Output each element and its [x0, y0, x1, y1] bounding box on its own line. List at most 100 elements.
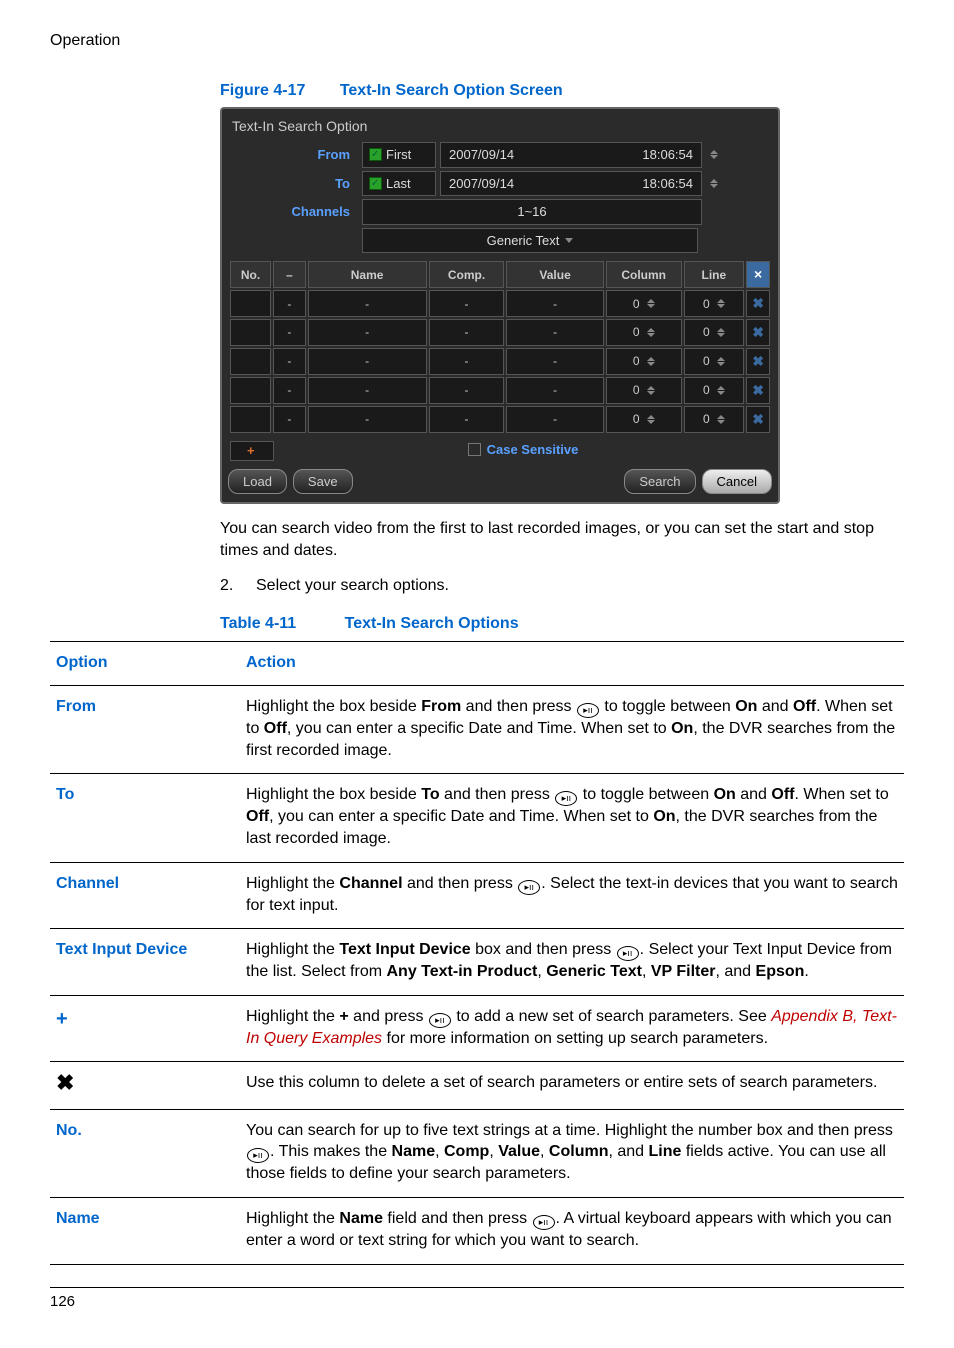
cell-delete[interactable]: ✖: [746, 348, 770, 375]
channels-label: Channels: [228, 203, 358, 221]
cell-no[interactable]: [230, 377, 271, 404]
cell-no[interactable]: [230, 290, 271, 317]
cell-line[interactable]: 0: [684, 290, 745, 317]
cell-line[interactable]: 0: [684, 377, 745, 404]
from-label: From: [228, 146, 358, 164]
from-datetime[interactable]: 2007/09/14 18:06:54: [440, 142, 702, 168]
cell-comp[interactable]: -: [429, 319, 505, 346]
cell-dash: -: [273, 290, 305, 317]
cell-column[interactable]: 0: [606, 290, 682, 317]
cell-name[interactable]: -: [308, 319, 427, 346]
th-value[interactable]: Value: [506, 261, 603, 288]
opt-delete-action: Use this column to delete a set of searc…: [240, 1062, 904, 1110]
cell-name[interactable]: -: [308, 377, 427, 404]
play-pause-icon: ▸ıı: [518, 880, 540, 895]
checkbox-icon: [369, 177, 382, 190]
to-last-label: Last: [386, 175, 411, 193]
cell-dash: -: [273, 348, 305, 375]
figure-caption: Figure 4-17 Text-In Search Option Screen: [220, 80, 904, 102]
save-button[interactable]: Save: [293, 469, 353, 495]
th-delete[interactable]: ×: [746, 261, 770, 288]
from-time: 18:06:54: [642, 146, 693, 164]
play-pause-icon: ▸ıı: [617, 946, 639, 961]
dialog-title: Text-In Search Option: [228, 113, 772, 142]
cell-value[interactable]: -: [506, 406, 603, 433]
text-in-search-option-dialog: Text-In Search Option From First 2007/09…: [220, 107, 780, 504]
cell-line[interactable]: 0: [684, 348, 745, 375]
cell-value[interactable]: -: [506, 290, 603, 317]
opt-plus-action: Highlight the + and press ▸ıı to add a n…: [240, 995, 904, 1062]
to-date: 2007/09/14: [449, 175, 514, 193]
case-sensitive-checkbox[interactable]: Case Sensitive: [468, 441, 579, 459]
cell-line[interactable]: 0: [684, 406, 745, 433]
cancel-button[interactable]: Cancel: [702, 469, 772, 495]
spinner-icon[interactable]: [710, 150, 718, 159]
to-last-checkbox[interactable]: Last: [362, 171, 436, 197]
play-pause-icon: ▸ıı: [533, 1215, 555, 1230]
cell-column[interactable]: 0: [606, 406, 682, 433]
cell-delete[interactable]: ✖: [746, 319, 770, 346]
close-icon: ✖: [752, 382, 764, 398]
opt-no-action: You can search for up to five text strin…: [240, 1109, 904, 1197]
add-row-button[interactable]: [230, 441, 274, 461]
th-column[interactable]: Column: [606, 261, 682, 288]
th-no[interactable]: No.: [230, 261, 271, 288]
checkbox-icon: [369, 148, 382, 161]
device-select[interactable]: Generic Text: [362, 228, 698, 254]
checkbox-icon: [468, 443, 481, 456]
cell-no[interactable]: [230, 406, 271, 433]
play-pause-icon: ▸ıı: [429, 1013, 451, 1028]
th-line[interactable]: Line: [684, 261, 745, 288]
cell-comp[interactable]: -: [429, 290, 505, 317]
table-caption: Table 4-11 Text-In Search Options: [220, 613, 904, 635]
cell-name[interactable]: -: [308, 290, 427, 317]
to-label: To: [228, 175, 358, 193]
search-button[interactable]: Search: [624, 469, 695, 495]
opt-to: To: [50, 774, 240, 862]
to-datetime[interactable]: 2007/09/14 18:06:54: [440, 171, 702, 197]
cell-name[interactable]: -: [308, 348, 427, 375]
criteria-table: No. – Name Comp. Value Column Line × ---…: [228, 259, 772, 434]
table-row: ----00✖: [230, 319, 770, 346]
to-time: 18:06:54: [642, 175, 693, 193]
chevron-down-icon: [565, 238, 573, 243]
opt-no: No.: [50, 1109, 240, 1197]
load-button[interactable]: Load: [228, 469, 287, 495]
th-name[interactable]: Name: [308, 261, 427, 288]
from-first-checkbox[interactable]: First: [362, 142, 436, 168]
from-first-label: First: [386, 146, 411, 164]
cell-delete[interactable]: ✖: [746, 377, 770, 404]
opt-channel: Channel: [50, 862, 240, 929]
cell-column[interactable]: 0: [606, 319, 682, 346]
opt-from: From: [50, 686, 240, 774]
close-icon: ✖: [752, 411, 764, 427]
cell-name[interactable]: -: [308, 406, 427, 433]
table-row: ----00✖: [230, 290, 770, 317]
cell-comp[interactable]: -: [429, 406, 505, 433]
spinner-icon[interactable]: [710, 179, 718, 188]
cell-value[interactable]: -: [506, 348, 603, 375]
cell-no[interactable]: [230, 348, 271, 375]
opt-name-action: Highlight the Name field and then press …: [240, 1198, 904, 1265]
table-title: Text-In Search Options: [345, 615, 519, 632]
opt-channel-action: Highlight the Channel and then press ▸ıı…: [240, 862, 904, 929]
table-row: ----00✖: [230, 406, 770, 433]
cell-line[interactable]: 0: [684, 319, 745, 346]
cell-comp[interactable]: -: [429, 348, 505, 375]
cell-delete[interactable]: ✖: [746, 290, 770, 317]
case-sensitive-label: Case Sensitive: [487, 441, 579, 459]
opt-text-input-device-action: Highlight the Text Input Device box and …: [240, 929, 904, 996]
cell-column[interactable]: 0: [606, 348, 682, 375]
cell-value[interactable]: -: [506, 319, 603, 346]
cell-dash: -: [273, 319, 305, 346]
th-action: Action: [240, 641, 904, 686]
th-comp[interactable]: Comp.: [429, 261, 505, 288]
channels-value[interactable]: 1~16: [362, 199, 702, 225]
play-pause-icon: ▸ıı: [247, 1148, 269, 1163]
cell-comp[interactable]: -: [429, 377, 505, 404]
table-row: ----00✖: [230, 348, 770, 375]
cell-column[interactable]: 0: [606, 377, 682, 404]
cell-no[interactable]: [230, 319, 271, 346]
cell-value[interactable]: -: [506, 377, 603, 404]
cell-delete[interactable]: ✖: [746, 406, 770, 433]
